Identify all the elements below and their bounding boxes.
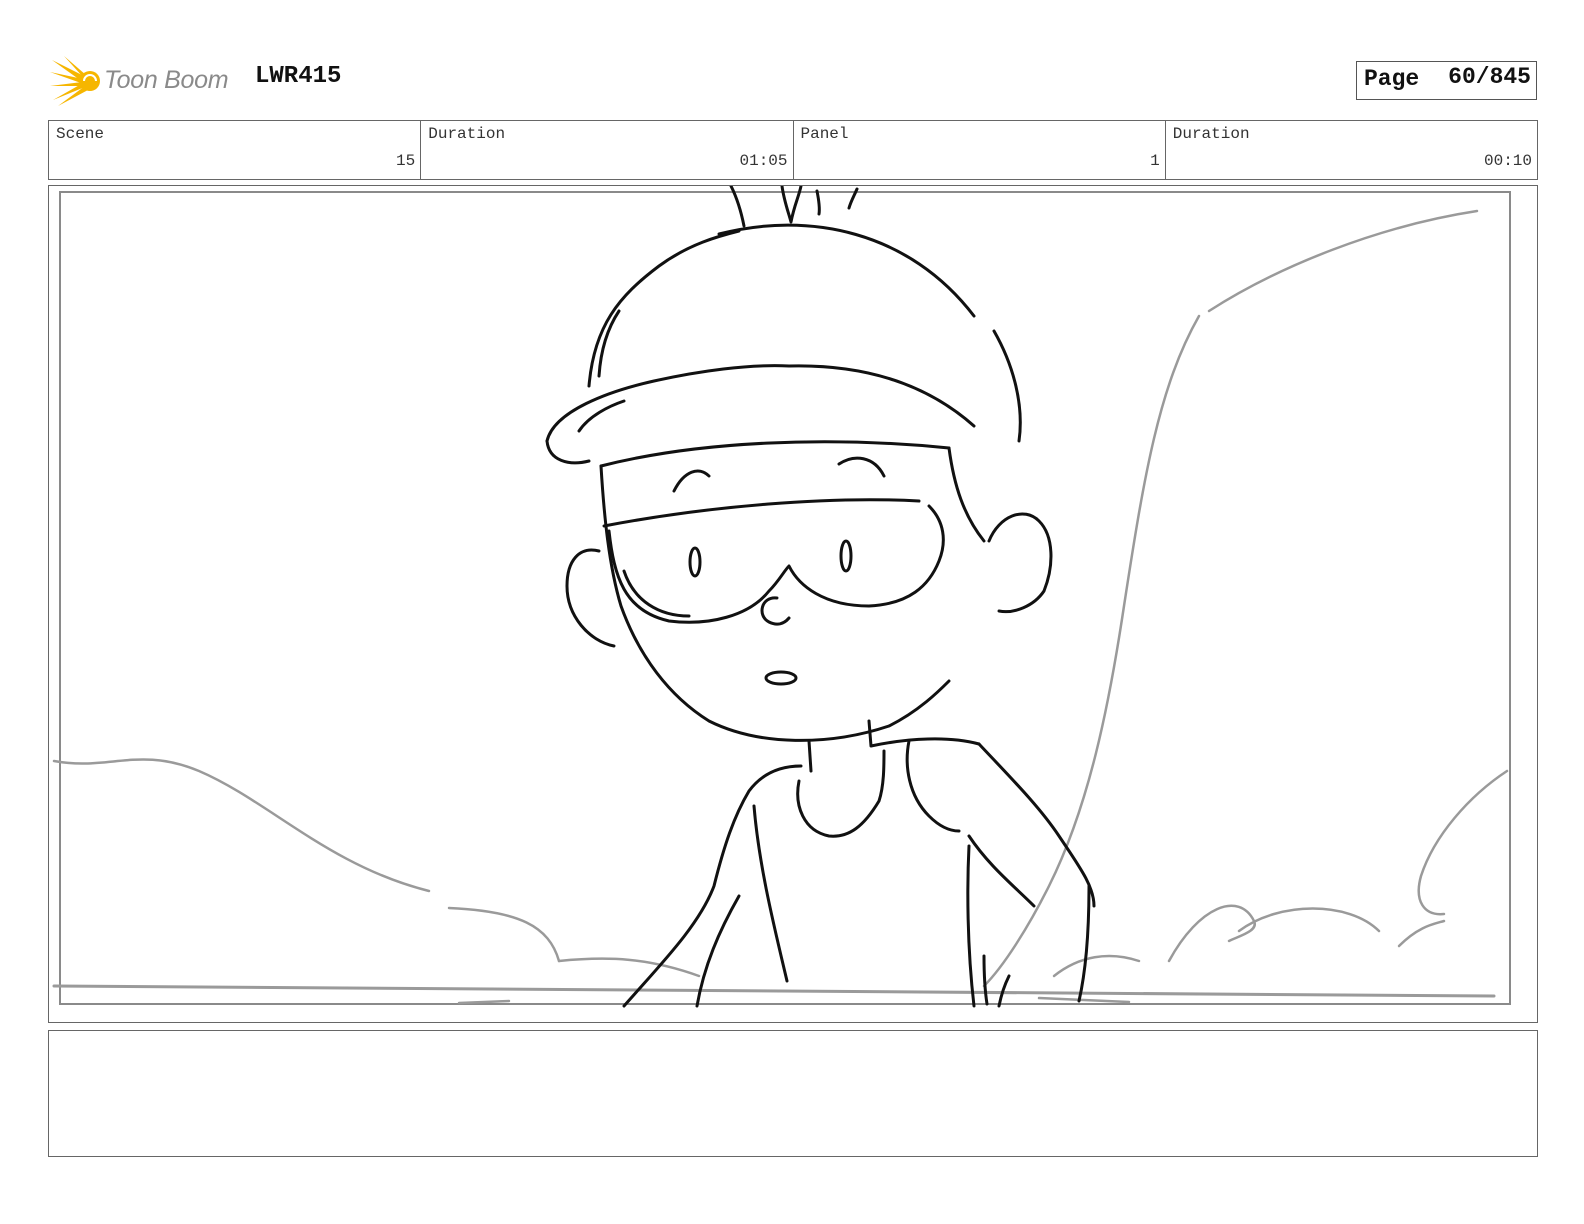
panel-label: Panel <box>800 125 849 143</box>
panel-value: 1 <box>1150 152 1160 170</box>
page-value: 60/845 <box>1448 64 1531 90</box>
panel-notes <box>48 1030 1538 1157</box>
scene-cell: Scene 15 <box>49 121 422 179</box>
project-code: LWR415 <box>255 63 342 90</box>
storyboard-panel <box>48 185 1538 1023</box>
page-header: Toon Boom LWR415 Page 60/845 <box>0 0 1584 120</box>
storyboard-sketch-icon <box>52 186 1511 1008</box>
panel-duration-label: Duration <box>1172 125 1250 143</box>
panel-info-row: Scene 15 Duration 01:05 Panel 1 Duration… <box>48 120 1538 180</box>
logo-text: Toon Boom <box>104 66 229 94</box>
scene-value: 15 <box>396 152 416 170</box>
toon-boom-logo: Toon Boom <box>50 56 240 106</box>
scene-duration-label: Duration <box>428 125 506 143</box>
panel-duration-cell: Duration 00:10 <box>1166 121 1537 179</box>
page-counter: Page 60/845 <box>1356 61 1537 100</box>
scene-label: Scene <box>56 125 105 143</box>
scene-duration-value: 01:05 <box>739 152 788 170</box>
panel-duration-value: 00:10 <box>1483 152 1532 170</box>
scene-duration-cell: Duration 01:05 <box>421 121 794 179</box>
panel-cell: Panel 1 <box>794 121 1166 179</box>
starburst-icon <box>50 56 100 106</box>
page-label: Page <box>1364 66 1420 92</box>
